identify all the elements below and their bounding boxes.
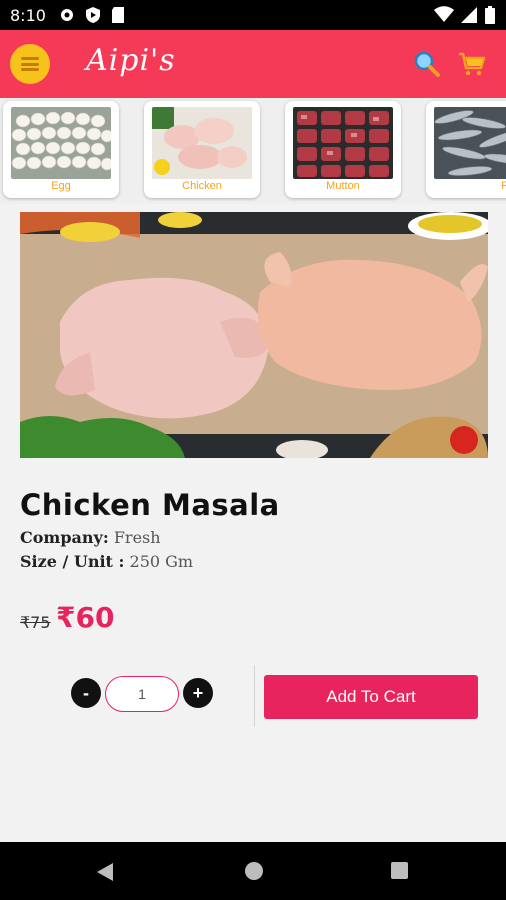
company-row: Company: Fresh	[20, 528, 161, 547]
category-label: Egg	[51, 180, 71, 192]
home-icon[interactable]	[245, 862, 263, 880]
size-row: Size / Unit : 250 Gm	[20, 552, 193, 571]
wifi-icon	[434, 6, 454, 22]
mutton-image	[293, 107, 393, 179]
recent-apps-icon[interactable]	[391, 862, 408, 879]
company-value: Fresh	[113, 528, 161, 547]
category-card-mutton[interactable]: Mutton	[285, 101, 401, 198]
status-right-icons	[434, 6, 496, 24]
status-bar: 8:10	[0, 0, 506, 30]
quantity-field[interactable]: 1	[105, 676, 179, 712]
category-label: Fish	[501, 180, 506, 192]
hamburger-icon	[21, 57, 39, 71]
old-price: ₹75	[20, 613, 51, 632]
category-label: Mutton	[326, 180, 360, 192]
chicken-image	[152, 107, 252, 179]
menu-button[interactable]	[10, 44, 50, 84]
cart-button[interactable]	[458, 50, 486, 78]
fish-image	[434, 107, 506, 179]
cart-icon	[459, 52, 486, 76]
category-card-fish[interactable]: Fish	[426, 101, 506, 198]
company-label: Company:	[20, 528, 109, 547]
add-to-cart-button[interactable]: Add To Cart	[264, 675, 478, 719]
category-card-egg[interactable]: Egg	[3, 101, 119, 198]
egg-image	[11, 107, 111, 179]
category-strip: Egg Chicken Mutton F	[0, 98, 506, 204]
brand-logo: Aipi's	[86, 43, 176, 78]
search-icon	[414, 51, 440, 77]
play-protect-icon	[86, 7, 100, 23]
divider	[254, 665, 255, 727]
back-icon[interactable]	[96, 862, 114, 882]
status-time: 8:10	[10, 6, 46, 25]
category-card-chicken[interactable]: Chicken	[144, 101, 260, 198]
search-button[interactable]	[413, 50, 441, 78]
decrease-quantity-button[interactable]: -	[71, 678, 101, 708]
battery-icon	[485, 6, 495, 24]
size-label: Size / Unit :	[20, 552, 125, 571]
app-bar: Aipi's	[0, 30, 506, 98]
size-value: 250 Gm	[129, 552, 194, 571]
increase-quantity-button[interactable]: +	[183, 678, 213, 708]
settings-icon	[61, 9, 73, 21]
current-price: ₹60	[56, 601, 115, 634]
signal-icon	[461, 7, 477, 23]
product-image	[20, 212, 488, 458]
product-title: Chicken Masala	[20, 488, 280, 522]
status-left-icons	[58, 6, 126, 24]
sd-card-icon	[112, 7, 124, 23]
category-label: Chicken	[182, 180, 222, 192]
